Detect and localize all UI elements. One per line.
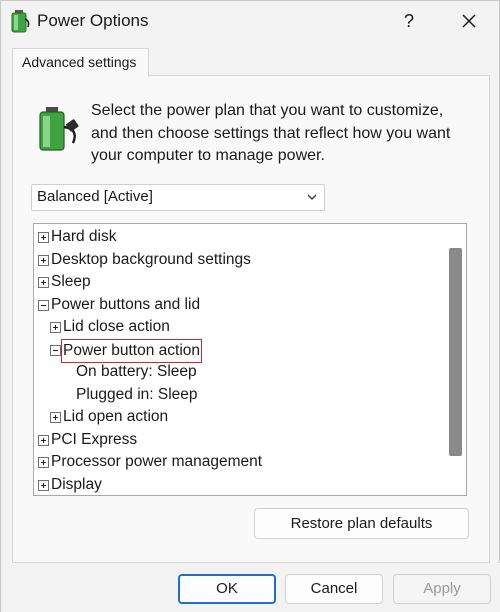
power-options-icon [11, 10, 30, 33]
tree-item-label: Hard disk [51, 228, 117, 245]
settings-tree[interactable]: Hard disk Desktop background settings Sl… [33, 223, 467, 496]
tree-item-label: Lid open action [63, 408, 169, 425]
tree-item-label: Power buttons and lid [51, 295, 201, 313]
battery-plug-icon [39, 107, 79, 151]
title-bar[interactable]: Power Options ? [1, 1, 500, 41]
plan-select-value: Balanced [Active] [37, 188, 153, 205]
scrollbar-thumb[interactable] [449, 248, 462, 456]
close-icon [462, 14, 476, 28]
tree-item-label: Sleep [51, 273, 91, 290]
tree-item-label: PCI Express [51, 430, 138, 448]
expand-icon[interactable] [38, 479, 49, 491]
tab-advanced-settings[interactable]: Advanced settings [12, 48, 149, 77]
power-options-dialog: Power Options ? Advanced settings Select… [0, 0, 500, 612]
expand-icon[interactable] [38, 457, 49, 468]
expand-icon[interactable] [38, 277, 49, 288]
cancel-button[interactable]: Cancel [285, 574, 383, 604]
ok-button[interactable]: OK [178, 574, 276, 604]
tree-item-label: Processor power management [51, 453, 263, 470]
expand-icon[interactable] [38, 434, 49, 446]
expand-icon[interactable] [50, 412, 61, 423]
tree-item-label: Plugged in: Sleep [76, 385, 198, 403]
collapse-icon[interactable] [38, 299, 49, 311]
tree-item-label: Power button action [61, 338, 203, 363]
restore-plan-defaults-button[interactable]: Restore plan defaults [254, 508, 469, 539]
tree-item-label: Desktop background settings [51, 250, 251, 268]
window-title: Power Options [37, 11, 149, 30]
power-plan-dropdown[interactable]: Balanced [Active] [31, 184, 325, 211]
collapse-icon[interactable] [50, 344, 61, 356]
help-button[interactable]: ? [393, 5, 425, 37]
tree-item-label: On battery: Sleep [76, 363, 197, 380]
expand-icon[interactable] [50, 322, 61, 333]
expand-icon[interactable] [38, 232, 49, 243]
expand-icon[interactable] [38, 254, 49, 266]
tree-item-label: Lid close action [63, 318, 170, 335]
close-button[interactable] [451, 5, 487, 37]
tree-item-label: Display [51, 475, 102, 493]
description-text: Select the power plan that you want to c… [91, 102, 451, 164]
apply-button[interactable]: Apply [393, 574, 491, 604]
chevron-down-icon [307, 194, 317, 200]
